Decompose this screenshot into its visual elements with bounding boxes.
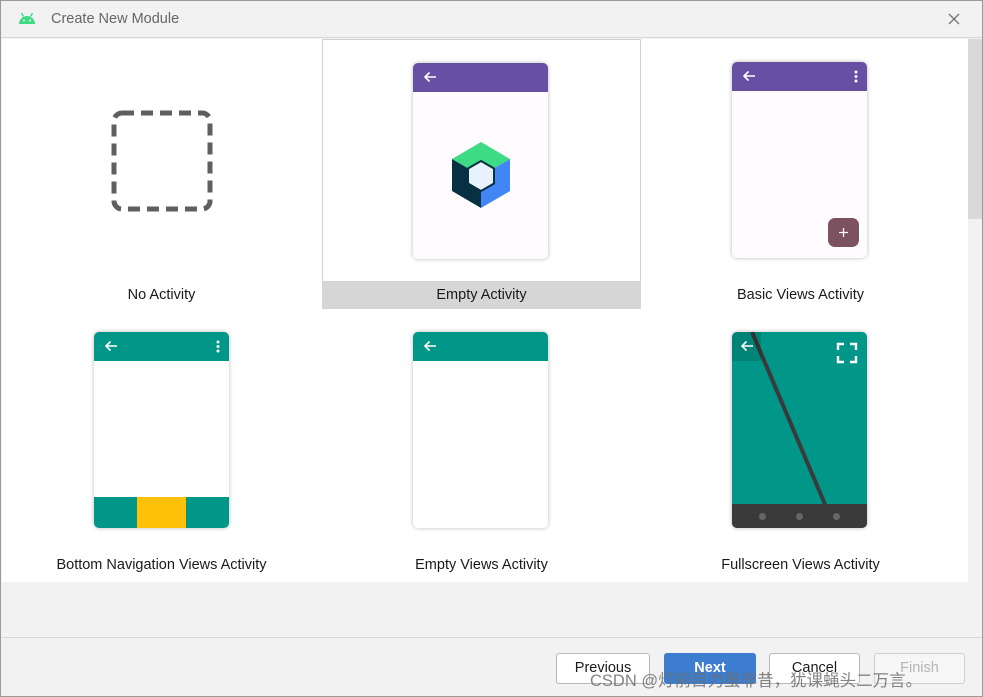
title-bar: Create New Module xyxy=(1,1,982,38)
phone-preview xyxy=(94,332,229,528)
back-arrow-icon xyxy=(423,340,436,352)
app-bar xyxy=(94,332,229,361)
watermark-text: CSDN @灯前目力虽非昔，犹课蝇头二万言。 xyxy=(590,672,923,690)
close-icon[interactable] xyxy=(944,9,964,29)
template-label: Empty Activity xyxy=(436,287,527,303)
bottom-nav-selected-item xyxy=(137,497,186,528)
template-tile-fullscreen-views-activity[interactable]: Fullscreen Views Activity xyxy=(641,309,960,579)
back-arrow-icon xyxy=(742,70,755,82)
nav-dot xyxy=(759,513,766,520)
nav-dot xyxy=(833,513,840,520)
back-arrow-icon xyxy=(740,340,753,352)
back-arrow-icon xyxy=(423,71,436,83)
android-icon xyxy=(19,12,35,24)
dialog-title: Create New Module xyxy=(51,11,180,27)
template-label: No Activity xyxy=(127,287,196,303)
back-arrow-icon xyxy=(104,340,117,352)
fab-button xyxy=(828,218,859,247)
kebab-menu-icon xyxy=(854,70,858,83)
template-label: Empty Views Activity xyxy=(415,557,548,573)
template-label: Fullscreen Views Activity xyxy=(721,557,880,573)
bottom-navigation-bar xyxy=(94,497,229,528)
system-navigation-bar xyxy=(732,504,867,528)
template-label: Bottom Navigation Views Activity xyxy=(56,557,267,573)
template-gallery: No Activity Empty Activity Basic Views A… xyxy=(2,39,968,582)
phone-preview xyxy=(413,332,548,528)
template-tile-no-activity[interactable]: No Activity xyxy=(2,39,321,309)
phone-preview xyxy=(413,63,548,259)
gallery-scrollbar[interactable] xyxy=(968,39,982,582)
template-label: Basic Views Activity xyxy=(736,287,865,303)
kebab-menu-icon xyxy=(216,340,220,353)
phone-preview xyxy=(732,62,867,258)
app-bar xyxy=(732,62,867,91)
scrollbar-thumb[interactable] xyxy=(968,39,982,219)
template-tile-empty-activity[interactable]: Empty Activity xyxy=(322,39,641,309)
template-tile-bottom-navigation-views-activity[interactable]: Bottom Navigation Views Activity xyxy=(2,309,321,579)
template-tile-empty-views-activity[interactable]: Empty Views Activity xyxy=(322,309,641,579)
template-tile-basic-views-activity[interactable]: Basic Views Activity xyxy=(641,39,960,309)
nav-dot xyxy=(796,513,803,520)
fullscreen-icon xyxy=(836,342,858,364)
phone-preview xyxy=(732,332,867,528)
footer-divider xyxy=(2,637,982,638)
jetpack-compose-icon xyxy=(452,142,510,208)
dialog-window: Create New Module No Activity Empty Acti… xyxy=(0,0,983,697)
app-bar xyxy=(413,332,548,361)
no-activity-placeholder-icon xyxy=(111,110,213,212)
plus-icon xyxy=(839,228,848,237)
back-button-area xyxy=(732,332,761,361)
app-bar xyxy=(413,63,548,92)
